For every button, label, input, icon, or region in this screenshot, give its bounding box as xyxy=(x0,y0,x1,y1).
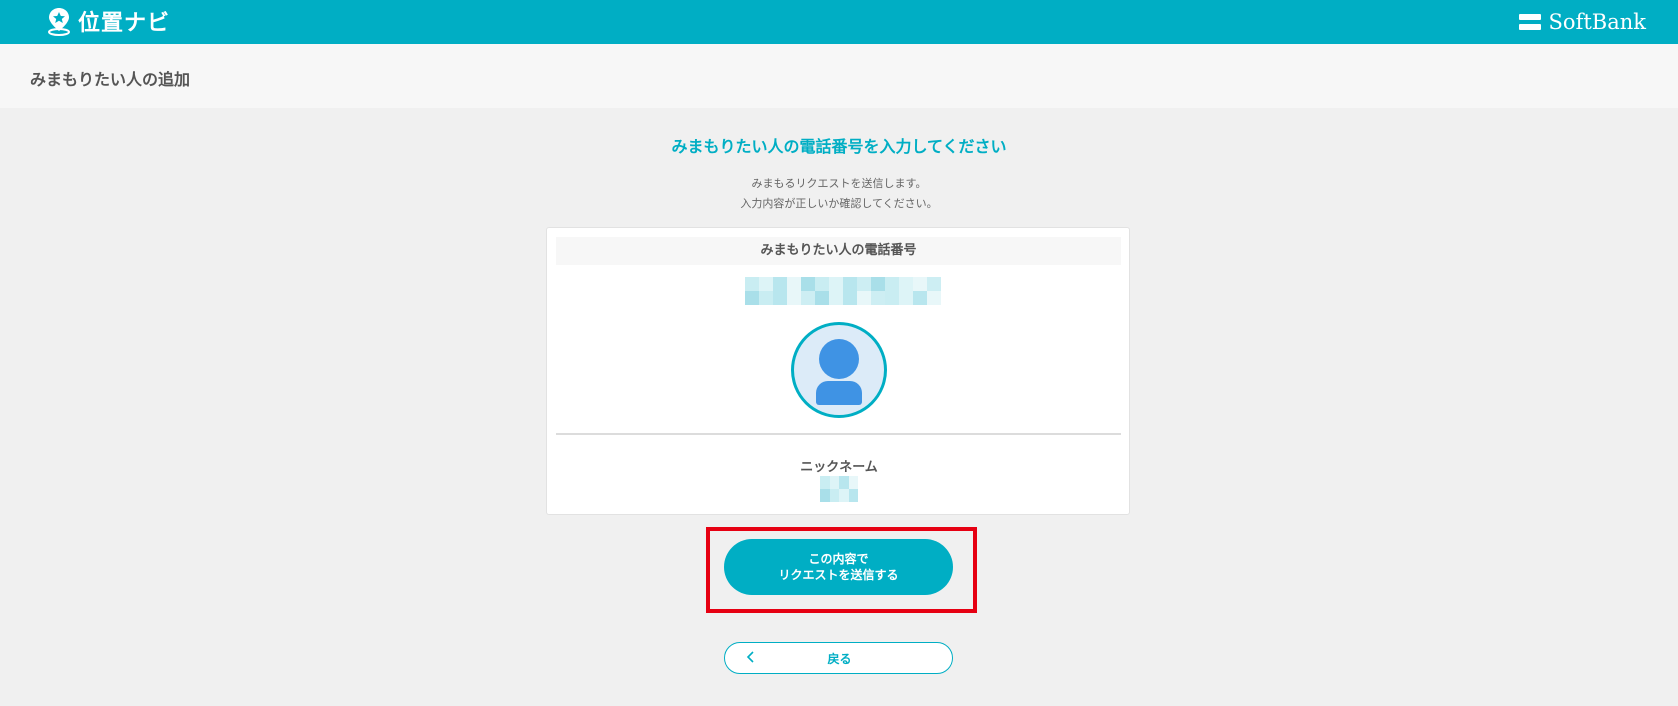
back-label: 戻る xyxy=(827,652,852,666)
phone-number-value-redacted xyxy=(745,277,941,305)
page-title-bar: みまもりたい人の追加 xyxy=(0,44,1678,108)
nickname-label: ニックネーム xyxy=(800,460,878,475)
mosaic-cell xyxy=(801,277,815,291)
mosaic-cell xyxy=(773,277,787,291)
mosaic-cell xyxy=(801,291,815,305)
mosaic-cell xyxy=(843,277,857,291)
brand-name: SoftBank xyxy=(1548,10,1646,34)
mosaic-cell xyxy=(885,277,899,291)
app-header: 位置ナビ SoftBank xyxy=(0,0,1678,44)
mosaic-cell xyxy=(773,291,787,305)
phone-number-label: みまもりたい人の電話番号 xyxy=(556,237,1121,265)
mosaic-cell xyxy=(829,489,839,502)
mosaic-cell xyxy=(820,476,830,489)
mosaic-cell xyxy=(820,489,830,502)
mosaic-cell xyxy=(848,489,858,502)
mosaic-cell xyxy=(871,277,885,291)
mosaic-cell xyxy=(857,277,871,291)
app-logo[interactable]: 位置ナビ xyxy=(46,3,170,39)
mosaic-cell xyxy=(839,476,849,489)
page-title: みまもりたい人の追加 xyxy=(30,70,191,89)
mosaic-cell xyxy=(815,277,829,291)
mosaic-cell xyxy=(913,291,927,305)
card-divider xyxy=(556,433,1121,435)
mosaic-cell xyxy=(787,277,801,291)
brand-logo: SoftBank xyxy=(1518,6,1646,38)
mosaic-cell xyxy=(848,476,858,489)
mosaic-cell xyxy=(829,291,843,305)
person-avatar-icon xyxy=(791,322,887,418)
mosaic-cell xyxy=(927,277,941,291)
app-name: 位置ナビ xyxy=(78,11,171,36)
softbank-mark-icon xyxy=(1518,14,1541,30)
send-request-label-line-1: この内容で xyxy=(808,552,869,566)
mosaic-cell xyxy=(829,277,843,291)
mosaic-cell xyxy=(829,476,839,489)
mosaic-cell xyxy=(759,277,773,291)
confirmation-card: みまもりたい人の電話番号 ニックネーム xyxy=(546,227,1130,515)
description-line-1: みまもるリクエストを送信します。 xyxy=(751,177,927,190)
mosaic-cell xyxy=(899,277,913,291)
mosaic-cell xyxy=(885,291,899,305)
avatar-head xyxy=(819,339,859,379)
mosaic-cell xyxy=(815,291,829,305)
instruction-heading: みまもりたい人の電話番号を入力してください xyxy=(671,137,1007,156)
mosaic-cell xyxy=(913,277,927,291)
mosaic-cell xyxy=(857,291,871,305)
mosaic-cell xyxy=(787,291,801,305)
mosaic-cell xyxy=(899,291,913,305)
back-button[interactable]: 戻る xyxy=(724,642,953,674)
mosaic-cell xyxy=(759,291,773,305)
location-pin-icon xyxy=(48,8,70,36)
description-line-2: 入力内容が正しいか確認してください。 xyxy=(740,197,938,210)
send-request-button[interactable]: この内容で リクエストを送信する xyxy=(724,539,953,595)
mosaic-cell xyxy=(745,277,759,291)
avatar-body xyxy=(816,381,862,405)
mosaic-cell xyxy=(843,291,857,305)
mosaic-cell xyxy=(745,291,759,305)
mosaic-cell xyxy=(871,291,885,305)
send-request-label-line-2: リクエストを送信する xyxy=(778,568,899,582)
mosaic-cell xyxy=(927,291,941,305)
nickname-value-redacted xyxy=(820,476,858,502)
mosaic-cell xyxy=(839,489,849,502)
